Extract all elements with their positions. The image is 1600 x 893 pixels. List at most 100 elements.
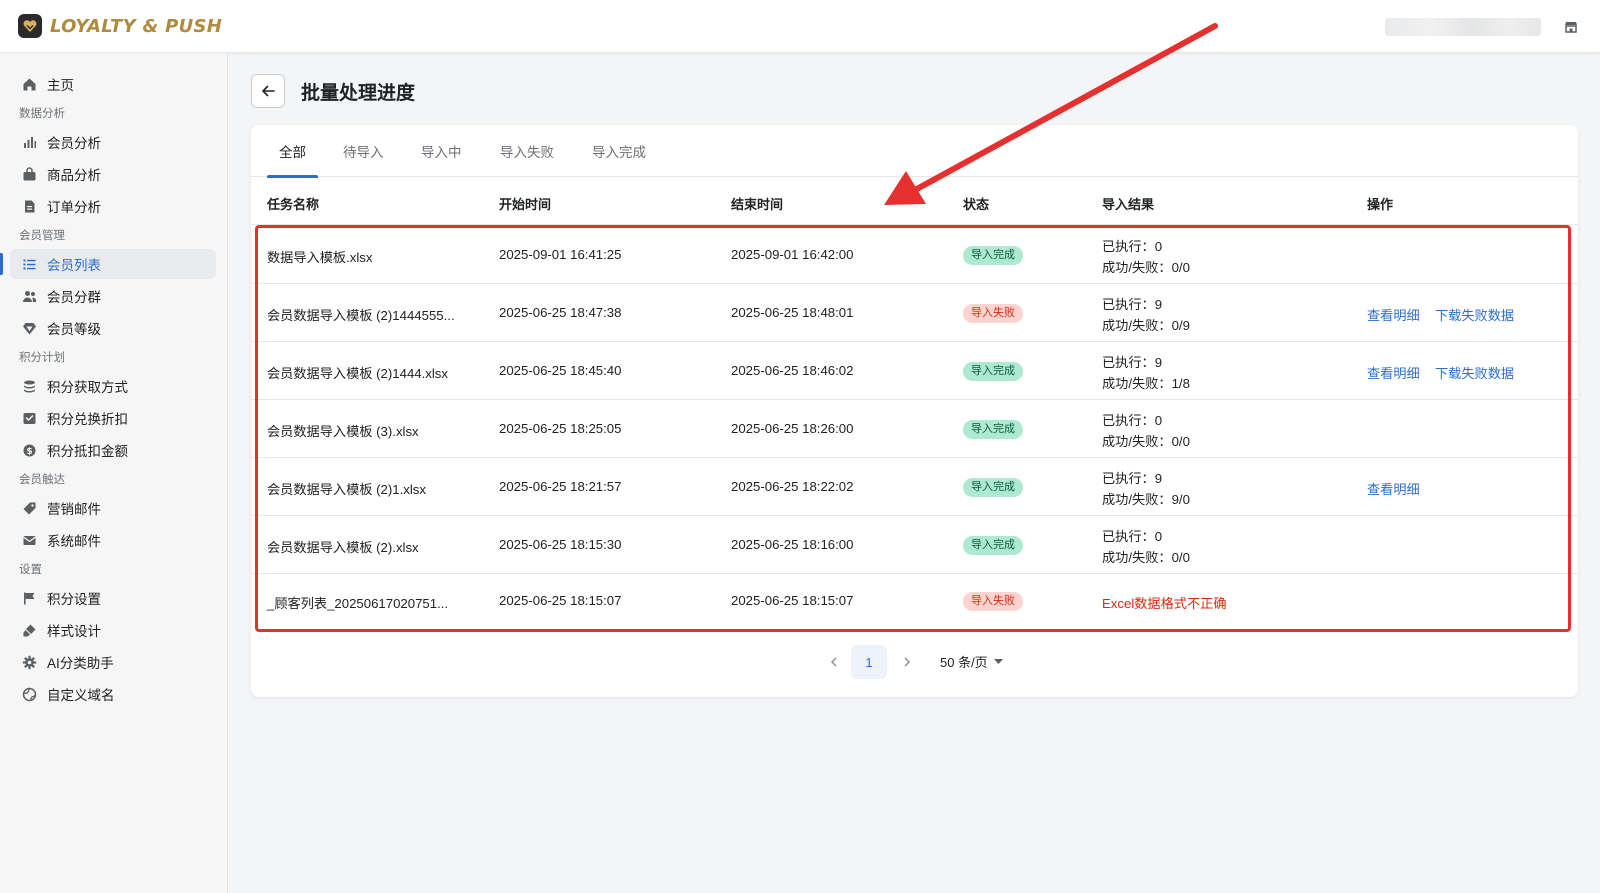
success-fail-count: 成功/失败：9/0: [1102, 492, 1190, 507]
bag-icon: [21, 166, 37, 182]
task-name: 会员数据导入模板 (2)1444.xlsx: [267, 366, 448, 381]
mail-icon: [21, 532, 37, 548]
column-header-start-time: 开始时间: [499, 197, 552, 212]
start-time: 2025-06-25 18:15:30: [499, 537, 622, 552]
prev-page-icon[interactable]: [822, 650, 846, 674]
table-header: 任务名称 开始时间 结束时间 状态 导入结果 操作: [251, 178, 1578, 225]
flag-icon: [21, 590, 37, 606]
success-fail-count: 成功/失败：0/0: [1102, 260, 1190, 275]
status-badge: 导入失败: [963, 304, 1023, 323]
end-time: 2025-06-25 18:22:02: [731, 479, 854, 494]
sidebar-item-label: 自定义域名: [47, 688, 115, 703]
sidebar-item[interactable]: AI分类助手: [10, 647, 216, 677]
table-row: 会员数据导入模板 (2)1444.xlsx 2025-06-25 18:45:40…: [251, 342, 1578, 400]
start-time: 2025-06-25 18:45:40: [499, 363, 622, 378]
sidebar-item-label: 营销邮件: [47, 502, 101, 517]
view-details-link[interactable]: 查看明细: [1367, 479, 1420, 498]
sidebar-item[interactable]: 积分设置: [10, 583, 216, 613]
sidebar-item[interactable]: 自定义域名: [10, 679, 216, 709]
pagination: 1 50 条/页: [251, 642, 1578, 682]
top-bar: LOYALTY & PUSH: [0, 0, 1600, 53]
table-row: 会员数据导入模板 (2).xlsx 2025-06-25 18:15:30 2025…: [251, 516, 1578, 574]
sidebar-item[interactable]: 订单分析: [10, 191, 216, 221]
task-name: _顾客列表_20250617020751...: [267, 596, 449, 611]
tab-failed[interactable]: 导入失败: [500, 125, 554, 177]
sidebar-item[interactable]: 会员列表: [0, 249, 216, 279]
task-name: 会员数据导入模板 (3).xlsx: [267, 424, 419, 439]
tab-pending[interactable]: 待导入: [343, 125, 384, 177]
sidebar-item-label: 会员等级: [47, 322, 101, 337]
logo-heart-icon: [18, 14, 42, 38]
start-time: 2025-06-25 18:47:38: [499, 305, 622, 320]
end-time: 2025-06-25 18:15:07: [731, 593, 854, 608]
sidebar-item[interactable]: 营销邮件: [10, 493, 216, 523]
sidebar-group-label: 会员触达: [19, 474, 65, 486]
start-time: 2025-06-25 18:15:07: [499, 593, 622, 608]
status-badge: 导入完成: [963, 362, 1023, 381]
view-details-link[interactable]: 查看明细: [1367, 305, 1420, 324]
executed-count: 已执行：0: [1102, 413, 1163, 428]
list-icon: [21, 256, 37, 272]
sidebar-item[interactable]: 主页: [10, 69, 216, 99]
sidebar-item[interactable]: 会员分群: [10, 281, 216, 311]
import-error-text: Excel数据格式不正确: [1102, 596, 1227, 611]
task-name: 会员数据导入模板 (2).xlsx: [267, 540, 419, 555]
sidebar-item-label: 会员分析: [47, 136, 101, 151]
download-failed-data-link[interactable]: 下载失败数据: [1435, 305, 1514, 324]
diamond-icon: [21, 320, 37, 336]
table-row: 会员数据导入模板 (2)1444555... 2025-06-25 18:47:3…: [251, 284, 1578, 342]
sidebar-item-label: 积分抵扣金额: [47, 444, 128, 459]
success-fail-count: 成功/失败：0/0: [1102, 434, 1190, 449]
tab-importing[interactable]: 导入中: [421, 125, 462, 177]
column-header-actions: 操作: [1367, 197, 1394, 212]
success-fail-count: 成功/失败：0/9: [1102, 318, 1190, 333]
sidebar-item[interactable]: 系统邮件: [10, 525, 216, 555]
app-logo[interactable]: LOYALTY & PUSH: [18, 14, 222, 38]
tab-completed[interactable]: 导入完成: [592, 125, 646, 177]
users-icon: [21, 288, 37, 304]
import-tasks-card: 全部 待导入 导入中 导入失败 导入完成 任务名称 开始时间 结束时间 状态 导…: [251, 125, 1578, 697]
sidebar-item[interactable]: 积分兑换折扣: [10, 403, 216, 433]
task-name: 会员数据导入模板 (2)1.xlsx: [267, 482, 426, 497]
sidebar-item[interactable]: 样式设计: [10, 615, 216, 645]
sidebar-item-label: 会员列表: [47, 258, 101, 273]
brush-icon: [21, 622, 37, 638]
task-name: 会员数据导入模板 (2)1444555...: [267, 308, 455, 323]
status-tabs: 全部 待导入 导入中 导入失败 导入完成: [251, 125, 1578, 178]
sidebar-item-label: 积分设置: [47, 592, 101, 607]
tag-icon: [21, 500, 37, 516]
start-time: 2025-06-25 18:25:05: [499, 421, 622, 436]
logo-text: LOYALTY & PUSH: [50, 15, 223, 37]
sidebar-item-label: 积分兑换折扣: [47, 412, 128, 427]
executed-count: 已执行：0: [1102, 529, 1163, 544]
column-header-status: 状态: [963, 197, 990, 212]
view-details-link[interactable]: 查看明细: [1367, 363, 1420, 382]
sidebar-group-label: 设置: [19, 564, 42, 576]
store-icon[interactable]: [1560, 16, 1582, 38]
next-page-icon[interactable]: [895, 650, 919, 674]
sidebar-item[interactable]: 商品分析: [10, 159, 216, 189]
status-badge: 导入完成: [963, 246, 1023, 265]
download-failed-data-link[interactable]: 下载失败数据: [1435, 363, 1514, 382]
sidebar-item-label: 会员分群: [47, 290, 101, 305]
status-badge: 导入完成: [963, 478, 1023, 497]
tab-all[interactable]: 全部: [267, 125, 318, 178]
end-time: 2025-09-01 16:42:00: [731, 247, 854, 262]
back-button[interactable]: [251, 74, 285, 108]
end-time: 2025-06-25 18:48:01: [731, 305, 854, 320]
sidebar-item[interactable]: 积分获取方式: [10, 371, 216, 401]
sidebar-item-label: 商品分析: [47, 168, 101, 183]
sidebar-item-label: 积分获取方式: [47, 380, 128, 395]
page-number-current[interactable]: 1: [851, 645, 887, 679]
home-icon: [21, 76, 37, 92]
page-size-select[interactable]: 50 条/页: [940, 652, 1003, 671]
sidebar-item[interactable]: 会员分析: [10, 127, 216, 157]
sidebar-item[interactable]: $ 积分抵扣金额: [10, 435, 216, 465]
sidebar-item[interactable]: 会员等级: [10, 313, 216, 343]
arrow-left-icon: [262, 85, 275, 97]
sidebar: 主页 数据分析 会员分析 商品分析 订单分析 会员管理 会员列表 会员分群 会员等级 积分计划 积分…: [0, 53, 228, 893]
sidebar-group-label: 会员管理: [19, 230, 65, 242]
end-time: 2025-06-25 18:26:00: [731, 421, 854, 436]
dollar-icon: $: [21, 442, 37, 458]
page-size-label: 50 条/页: [940, 655, 988, 670]
